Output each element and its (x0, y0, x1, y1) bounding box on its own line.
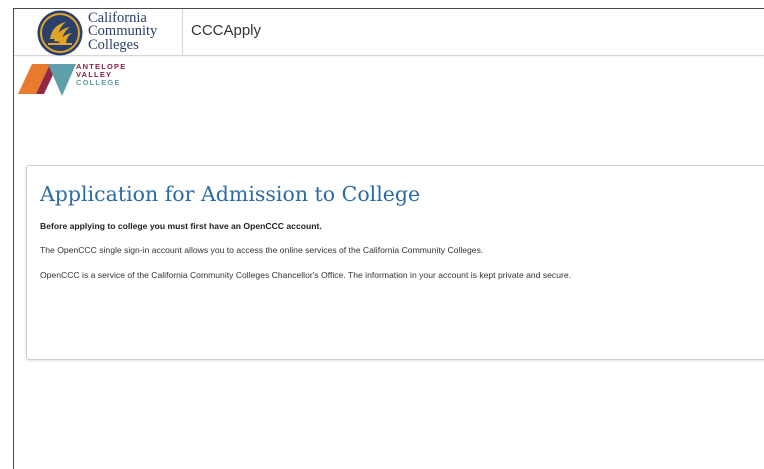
college-logo: ANTELOPE VALLEY COLLEGE (14, 58, 126, 98)
brand-line-3: Colleges (88, 36, 139, 53)
account-notice: Before applying to college you must firs… (40, 221, 322, 231)
page-title: Application for Admission to College (40, 182, 421, 206)
openccc-description: The OpenCCC single sign-in account allow… (40, 245, 484, 255)
college-name-line-3: COLLEGE (76, 78, 121, 87)
header-divider (182, 9, 183, 55)
admission-card: Application for Admission to College Bef… (26, 165, 764, 360)
ccc-logo-link[interactable]: California Community Colleges (36, 9, 157, 56)
college-wordmark: ANTELOPE VALLEY COLLEGE (76, 63, 126, 87)
app-name: CCCApply (191, 22, 262, 39)
ccc-wordmark: California Community Colleges (88, 11, 157, 53)
page: California Community Colleges CCCApply A… (0, 0, 764, 469)
ccc-seal-icon (37, 10, 83, 56)
openccc-privacy-note: OpenCCC is a service of the California C… (40, 270, 572, 280)
site-header: California Community Colleges CCCApply (14, 9, 764, 56)
avc-mountain-icon (18, 64, 76, 96)
